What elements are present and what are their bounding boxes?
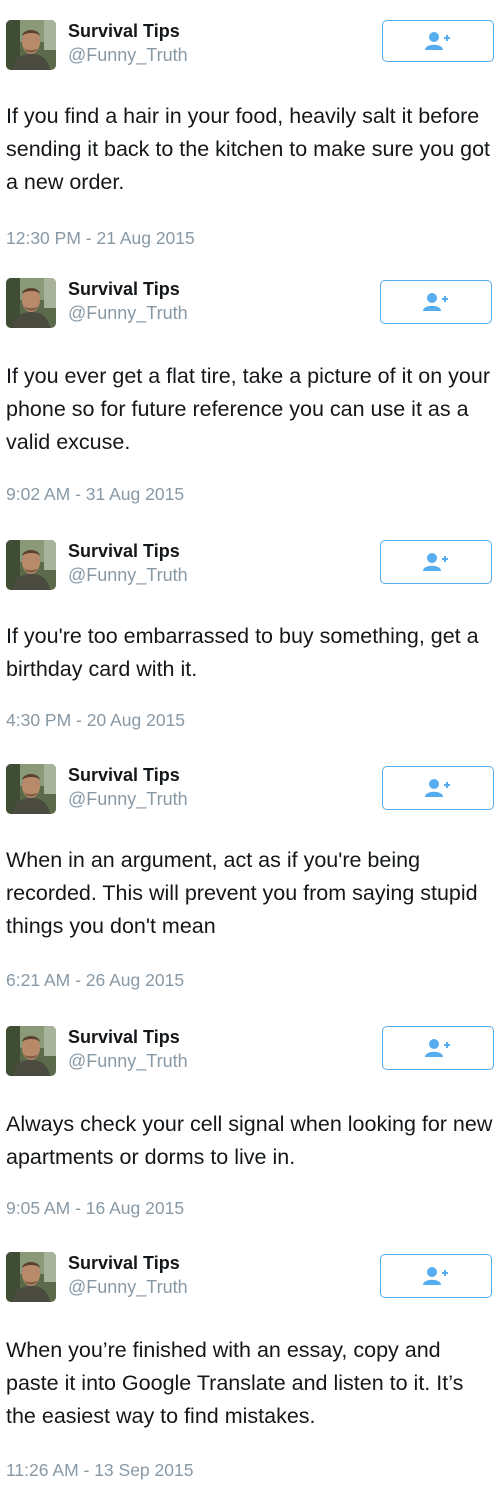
follow-button[interactable] bbox=[380, 1254, 492, 1298]
person-add-icon bbox=[425, 778, 451, 798]
tweet-text: If you find a hair in your food, heavily… bbox=[6, 104, 491, 194]
person-add-icon bbox=[423, 292, 449, 312]
display-name[interactable]: Survival Tips bbox=[68, 540, 180, 562]
display-name[interactable]: Survival Tips bbox=[68, 1252, 180, 1274]
user-handle[interactable]: @Funny_Truth bbox=[68, 302, 188, 324]
tweet-text: When you’re finished with an essay, copy… bbox=[6, 1338, 464, 1428]
avatar[interactable] bbox=[6, 764, 56, 814]
avatar[interactable] bbox=[6, 278, 56, 328]
follow-button[interactable] bbox=[382, 766, 494, 810]
follow-button[interactable] bbox=[380, 540, 492, 584]
follow-button[interactable] bbox=[382, 1026, 494, 1070]
avatar[interactable] bbox=[6, 20, 56, 70]
person-add-icon bbox=[425, 1038, 451, 1058]
tweet-timestamp[interactable]: 4:30 PM - 20 Aug 2015 bbox=[6, 710, 185, 731]
tweet-timestamp[interactable]: 9:05 AM - 16 Aug 2015 bbox=[6, 1198, 184, 1219]
display-name[interactable]: Survival Tips bbox=[68, 1026, 180, 1048]
user-handle[interactable]: @Funny_Truth bbox=[68, 1050, 188, 1072]
user-handle[interactable]: @Funny_Truth bbox=[68, 44, 188, 66]
avatar[interactable] bbox=[6, 1026, 56, 1076]
tweet-text: If you ever get a flat tire, take a pict… bbox=[6, 364, 491, 454]
person-add-icon bbox=[423, 552, 449, 572]
person-add-icon bbox=[423, 1266, 449, 1286]
tweet-text: Always check your cell signal when looki… bbox=[6, 1112, 493, 1169]
user-handle[interactable]: @Funny_Truth bbox=[68, 788, 188, 810]
tweet-timestamp[interactable]: 9:02 AM - 31 Aug 2015 bbox=[6, 484, 184, 505]
tweet-timestamp[interactable]: 6:21 AM - 26 Aug 2015 bbox=[6, 970, 184, 991]
tweet-text: When in an argument, act as if you're be… bbox=[6, 848, 478, 938]
tweet-timestamp[interactable]: 11:26 AM - 13 Sep 2015 bbox=[6, 1460, 193, 1481]
user-handle[interactable]: @Funny_Truth bbox=[68, 564, 188, 586]
avatar[interactable] bbox=[6, 540, 56, 590]
display-name[interactable]: Survival Tips bbox=[68, 278, 180, 300]
display-name[interactable]: Survival Tips bbox=[68, 764, 180, 786]
person-add-icon bbox=[425, 31, 451, 51]
user-handle[interactable]: @Funny_Truth bbox=[68, 1276, 188, 1298]
follow-button[interactable] bbox=[380, 280, 492, 324]
display-name[interactable]: Survival Tips bbox=[68, 20, 180, 42]
avatar[interactable] bbox=[6, 1252, 56, 1302]
tweet-timestamp[interactable]: 12:30 PM - 21 Aug 2015 bbox=[6, 228, 195, 249]
tweet-text: If you're too embarrassed to buy somethi… bbox=[6, 624, 479, 681]
follow-button[interactable] bbox=[382, 20, 494, 62]
